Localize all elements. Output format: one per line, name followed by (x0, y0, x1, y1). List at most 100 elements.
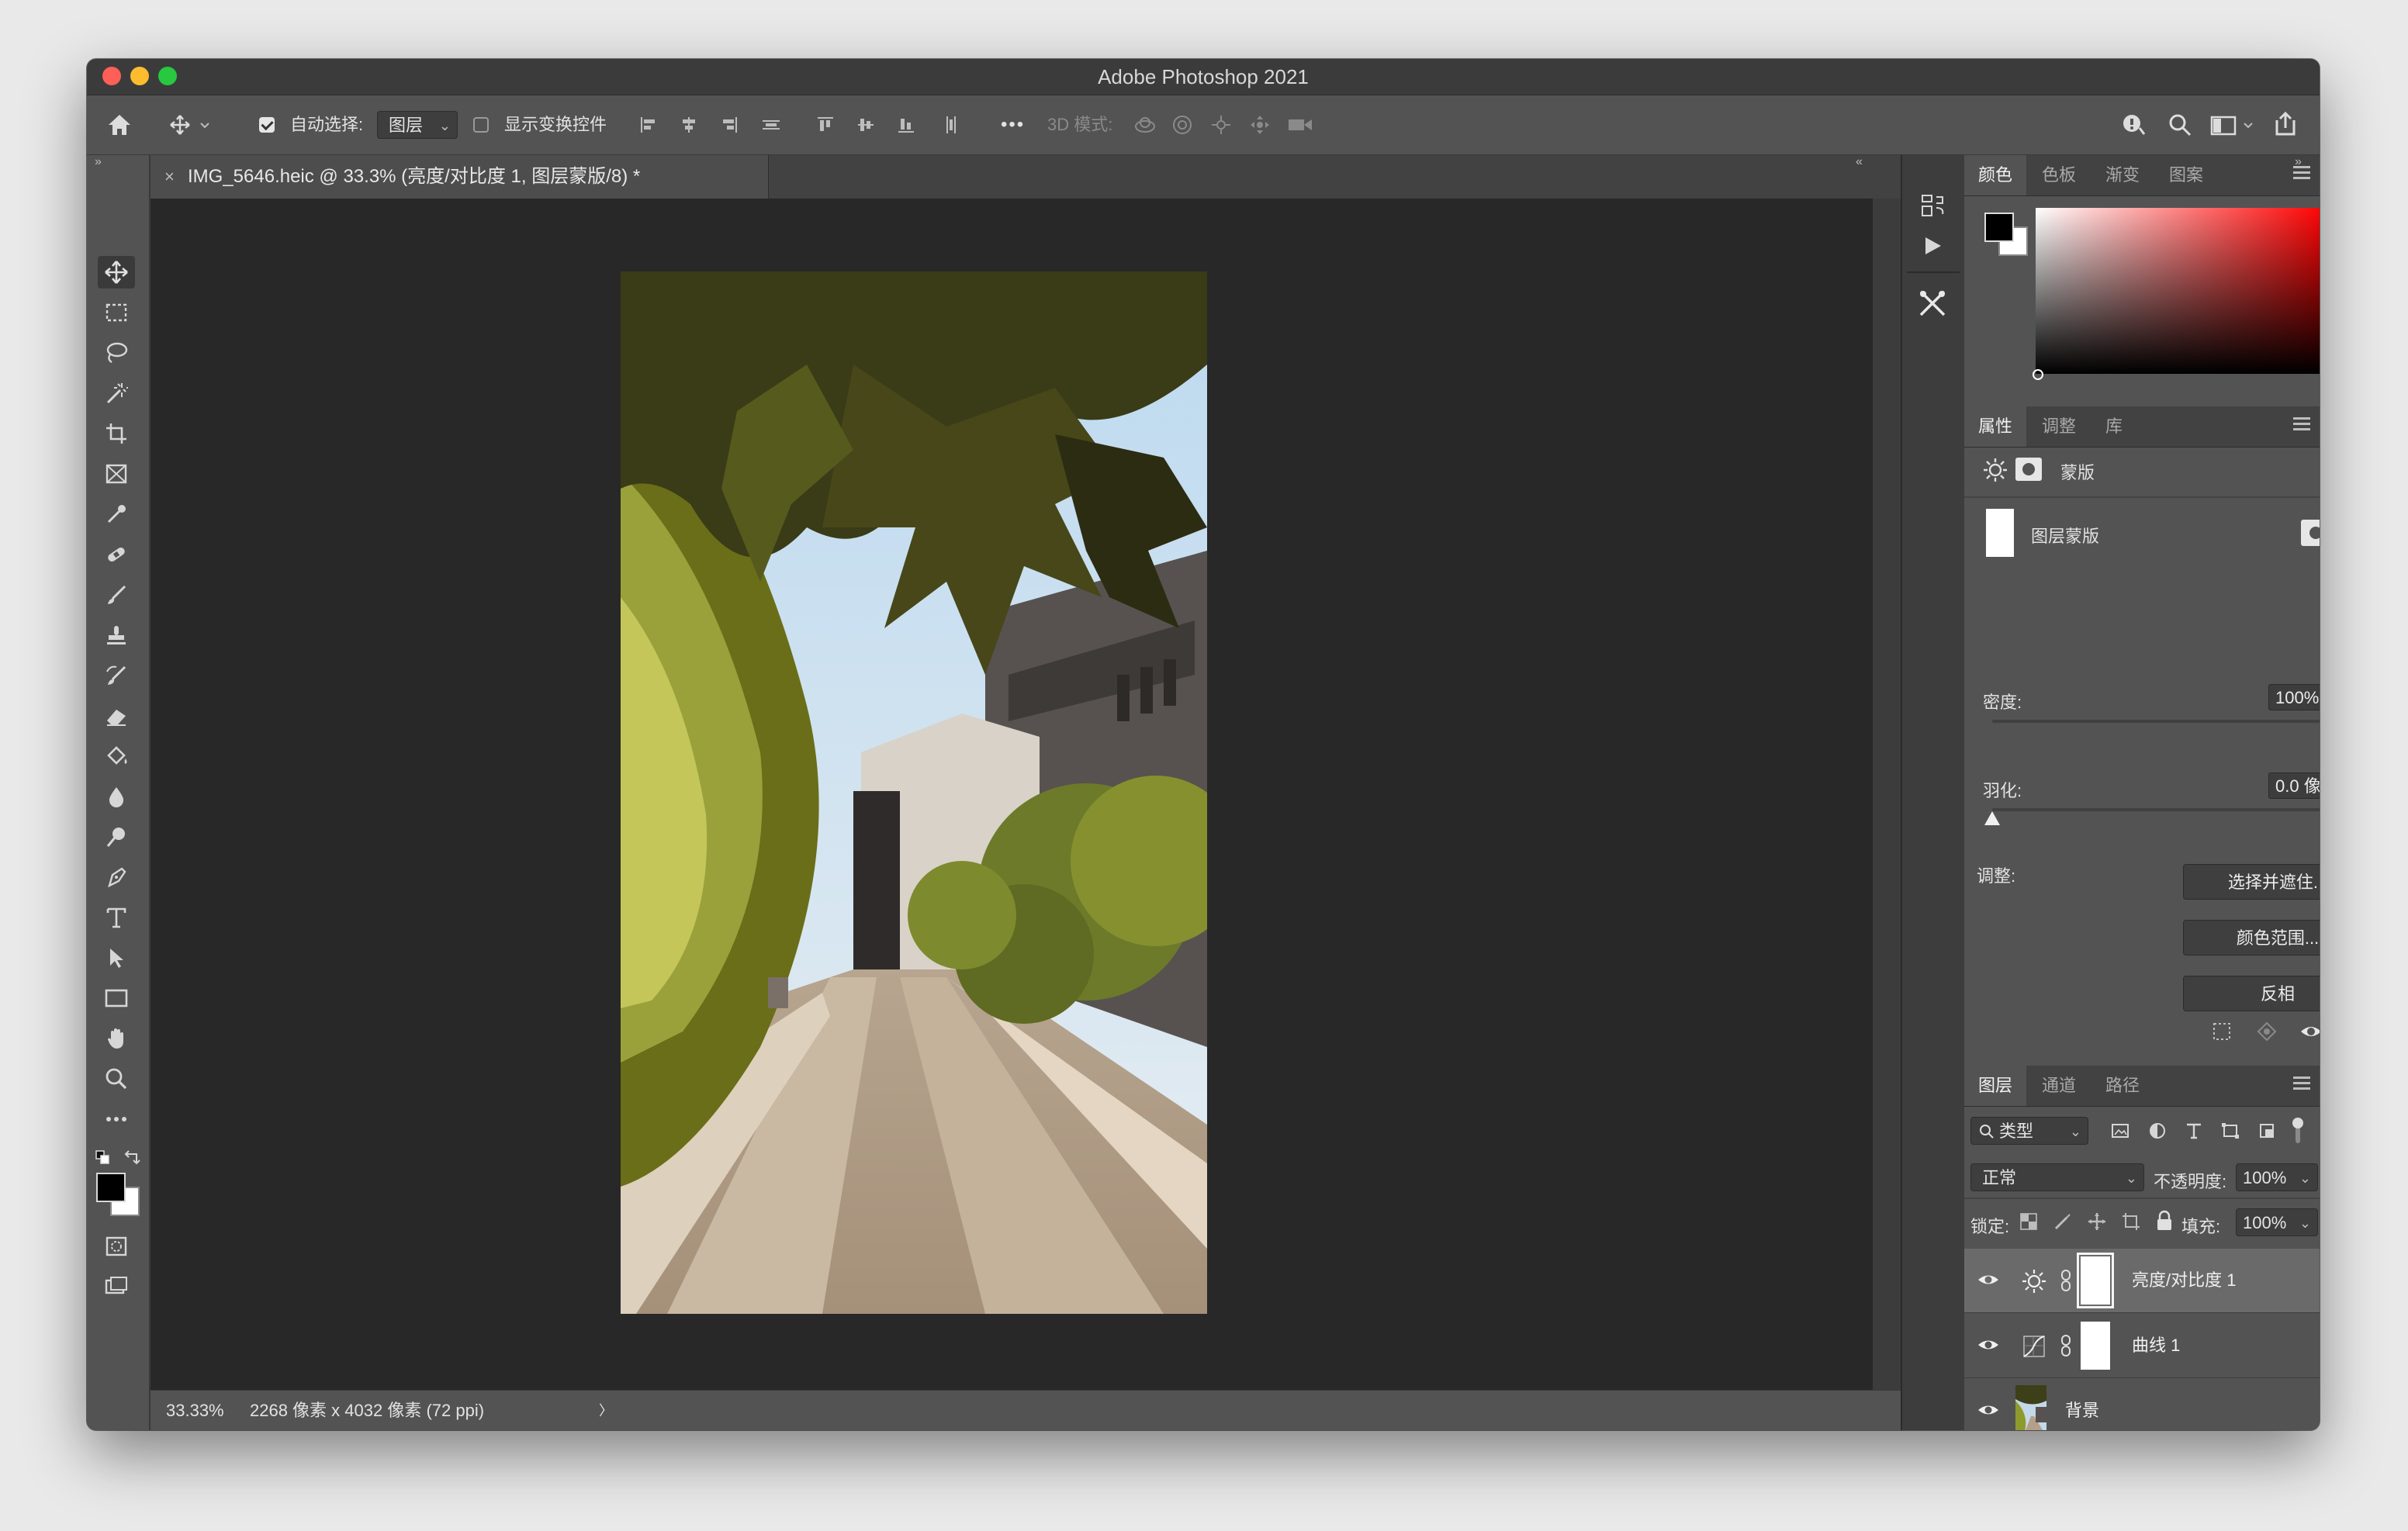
home-icon[interactable] (98, 109, 141, 140)
healing-brush-tool-icon[interactable] (98, 538, 135, 571)
paint-bucket-tool-icon[interactable] (98, 740, 135, 772)
actions-panel-icon[interactable] (1921, 234, 1944, 261)
add-pixel-mask-icon[interactable] (2301, 520, 2320, 546)
tab-adjustments[interactable]: 调整 (2028, 406, 2090, 447)
eyedropper-tool-icon[interactable] (98, 498, 135, 530)
dock-collapse-icon[interactable]: » (2295, 155, 2302, 169)
tab-color[interactable]: 颜色 (1964, 155, 2027, 195)
layer-row-brightness-contrast[interactable]: 亮度/对比度 1 (1964, 1249, 2320, 1313)
density-slider[interactable] (1992, 720, 2320, 723)
zoom-level[interactable]: 33.33% (166, 1391, 224, 1430)
3d-orbit-icon[interactable] (1131, 112, 1159, 137)
zoom-tool-icon[interactable] (98, 1063, 135, 1095)
magic-wand-tool-icon[interactable] (98, 377, 135, 410)
opacity-field[interactable]: 100% ⌄ (2236, 1163, 2318, 1191)
feather-slider-thumb[interactable] (1984, 811, 2000, 825)
3d-camera-icon[interactable] (1285, 112, 1316, 137)
layer-visibility-eye-icon[interactable] (1977, 1336, 2000, 1354)
filter-shape-icon[interactable] (2220, 1121, 2240, 1144)
quick-mask-icon[interactable] (98, 1230, 135, 1263)
load-selection-icon[interactable] (2211, 1021, 2233, 1046)
lasso-tool-icon[interactable] (98, 337, 135, 369)
3d-slide-icon[interactable] (1246, 112, 1274, 137)
tab-patterns[interactable]: 图案 (2155, 155, 2217, 195)
align-hcenter-icon[interactable] (676, 112, 701, 137)
mask-mode-icon[interactable] (2015, 458, 2042, 481)
align-bottom-icon[interactable] (894, 112, 919, 137)
pen-tool-icon[interactable] (98, 861, 135, 893)
align-right-icon[interactable] (717, 112, 742, 137)
layer-visibility-eye-icon[interactable] (1977, 1270, 2000, 1289)
3d-roll-icon[interactable] (1168, 112, 1196, 137)
tab-channels[interactable]: 通道 (2028, 1066, 2090, 1106)
crop-tool-icon[interactable] (98, 417, 135, 450)
status-menu-arrow[interactable]: 〉 (599, 1391, 613, 1430)
history-panel-icon[interactable] (1919, 192, 1946, 223)
filter-pixel-icon[interactable] (2110, 1121, 2130, 1144)
layer-name[interactable]: 亮度/对比度 1 (2132, 1249, 2236, 1312)
tab-layers[interactable]: 图层 (1964, 1066, 2027, 1106)
clone-stamp-tool-icon[interactable] (98, 619, 135, 651)
properties-panel-menu-icon[interactable] (2293, 417, 2310, 431)
apply-mask-icon[interactable] (2256, 1021, 2278, 1046)
layer-row-background[interactable]: 背景 (1964, 1379, 2320, 1430)
tab-swatches[interactable]: 色板 (2028, 155, 2090, 195)
doc-panel-collapse-icon[interactable]: « (1856, 155, 1863, 169)
foreground-color-swatch[interactable] (96, 1173, 126, 1202)
layer-name[interactable]: 曲线 1 (2132, 1314, 2180, 1377)
color-picker-marker[interactable] (2033, 369, 2043, 380)
color-saturation-field[interactable] (2036, 208, 2320, 374)
toggle-visibility-icon[interactable] (2299, 1021, 2320, 1046)
blend-mode-dropdown[interactable]: 正常 ⌄ (1970, 1163, 2144, 1191)
rectangle-tool-icon[interactable] (98, 982, 135, 1014)
hand-tool-icon[interactable] (98, 1022, 135, 1055)
screen-mode-icon[interactable] (98, 1270, 135, 1303)
tab-paths[interactable]: 路径 (2091, 1066, 2154, 1106)
share-icon[interactable] (2268, 108, 2302, 140)
mask-link-icon[interactable] (2060, 1334, 2071, 1357)
layer-visibility-eye-icon[interactable] (1977, 1401, 2000, 1419)
color-range-button[interactable]: 颜色范围... (2183, 920, 2320, 956)
show-transform-checkbox[interactable] (473, 117, 489, 133)
invert-button[interactable]: 反相 (2183, 976, 2320, 1011)
swap-colors-icon[interactable] (123, 1149, 141, 1170)
search-icon[interactable] (2164, 109, 2195, 140)
filter-type-icon[interactable] (2185, 1121, 2203, 1144)
fill-field[interactable]: 100% ⌄ (2236, 1208, 2318, 1236)
layer-mask-thumb[interactable] (2081, 1322, 2110, 1370)
lock-transparent-icon[interactable] (2019, 1211, 2039, 1236)
lock-position-icon[interactable] (2087, 1211, 2107, 1236)
feather-slider[interactable] (1992, 808, 2320, 811)
default-colors-icon[interactable] (95, 1149, 112, 1170)
align-top-icon[interactable] (813, 112, 838, 137)
type-tool-icon[interactable] (98, 901, 135, 934)
align-left-icon[interactable] (636, 112, 661, 137)
lock-artboard-icon[interactable] (2121, 1211, 2141, 1236)
workspace-switcher-icon[interactable] (2209, 109, 2258, 140)
eraser-tool-icon[interactable] (98, 700, 135, 732)
filter-smart-object-icon[interactable] (2258, 1121, 2276, 1144)
toolbar-collapse-icon[interactable]: » (95, 155, 102, 169)
color-foreground-swatch[interactable] (1984, 213, 2014, 242)
3d-pan-icon[interactable] (1207, 112, 1235, 137)
tab-libraries[interactable]: 库 (2091, 406, 2136, 447)
distribute-vertical-icon[interactable] (759, 112, 784, 137)
layer-name[interactable]: 背景 (2065, 1379, 2099, 1430)
lock-pixels-icon[interactable] (2053, 1211, 2073, 1236)
document-tab[interactable]: × IMG_5646.heic @ 33.3% (亮度/对比度 1, 图层蒙版/… (150, 155, 769, 199)
history-brush-tool-icon[interactable] (98, 659, 135, 692)
filter-toggle-icon[interactable] (2292, 1117, 2304, 1145)
layers-panel-menu-icon[interactable] (2293, 1077, 2310, 1090)
distribute-horizontal-icon[interactable] (939, 112, 964, 137)
auto-select-checkbox[interactable] (259, 117, 275, 133)
select-and-mask-button[interactable]: 选择并遮住... (2183, 864, 2320, 900)
frame-tool-icon[interactable] (98, 458, 135, 490)
edit-toolbar-icon[interactable] (98, 1103, 135, 1135)
more-options-button[interactable]: ••• (1001, 95, 1025, 154)
dodge-tool-icon[interactable] (98, 821, 135, 853)
auto-select-target-dropdown[interactable]: 图层 ⌄ (377, 111, 458, 139)
canvas-vertical-scrollbar[interactable] (1873, 199, 1901, 1390)
density-field[interactable]: 100% (2268, 684, 2320, 710)
close-document-icon[interactable]: × (164, 155, 175, 199)
brush-tool-icon[interactable] (98, 579, 135, 611)
